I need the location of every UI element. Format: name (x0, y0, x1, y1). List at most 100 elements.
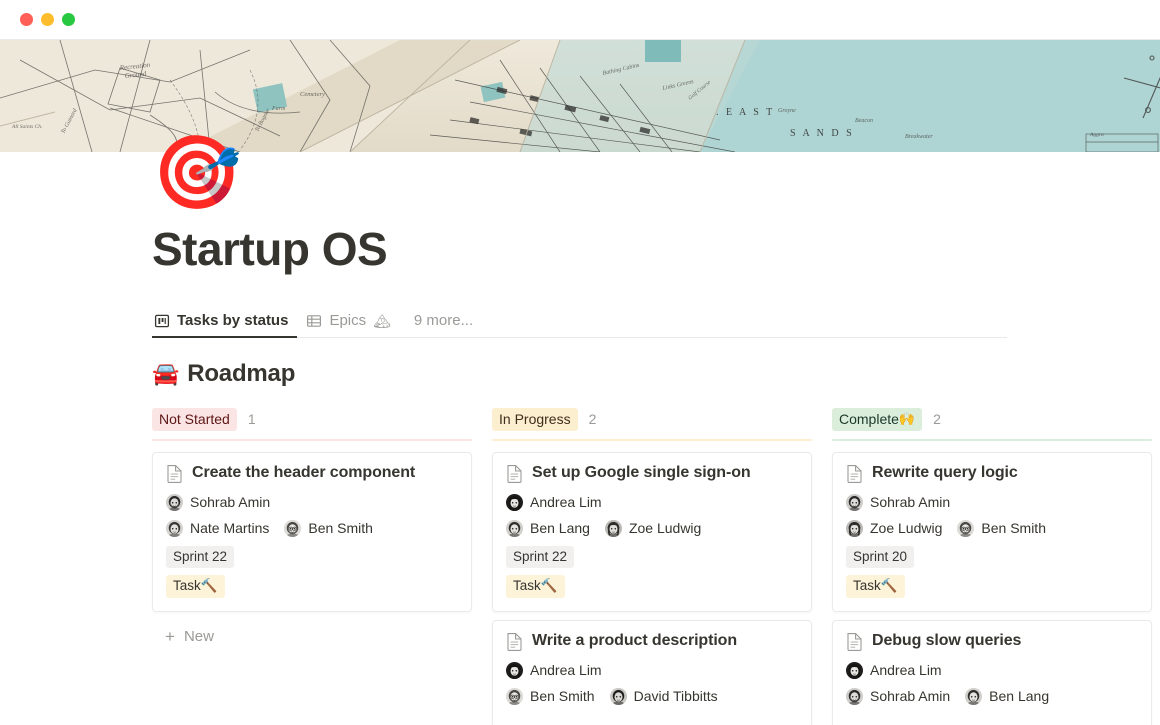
window-titlebar (0, 0, 1160, 40)
assignee-name: Ben Lang (989, 688, 1049, 704)
tab-label: Tasks by status (177, 312, 288, 329)
assignee-name: Ben Lang (530, 520, 590, 536)
assignee-row: Andrea Lim (506, 662, 798, 679)
avatar (610, 688, 627, 705)
card-tag-row: Sprint 20 (846, 546, 1138, 569)
avatar (957, 520, 974, 537)
card-tag[interactable]: Task🔨 (166, 575, 225, 598)
card-title-row: Debug slow queries (846, 632, 1138, 651)
assignee-name: Ben Smith (530, 688, 595, 704)
assignee[interactable]: Ben Lang (506, 520, 590, 537)
assignee-name: Zoe Ludwig (629, 520, 701, 536)
status-badge[interactable]: Not Started (152, 408, 237, 431)
assignee[interactable]: Andrea Lim (846, 662, 942, 679)
card-tag[interactable]: Sprint 22 (166, 546, 234, 569)
document-icon (506, 464, 523, 483)
assignee-row: Andrea Lim (846, 662, 1138, 679)
assignee-name: Zoe Ludwig (870, 520, 942, 536)
add-new-card-label: New (184, 628, 214, 645)
assignee-row: Sohrab Amin (846, 494, 1138, 511)
kanban-card[interactable]: Debug slow queries Andrea Lim Sohrab Amin B… (832, 620, 1152, 725)
svg-text:Cemetery: Cemetery (300, 91, 325, 98)
kanban-column: Not Started 1 Create the header component S… (152, 409, 472, 725)
avatar (506, 688, 523, 705)
app-window: Recreation Ground To Guinard To Bognor C… (0, 0, 1160, 725)
tab-epics[interactable]: Epics 🏔 (297, 305, 399, 337)
avatar (846, 688, 863, 705)
card-title-label: Debug slow queries (872, 632, 1021, 650)
status-badge[interactable]: Complete🙌 (832, 408, 922, 431)
svg-text:Farm: Farm (271, 106, 286, 112)
assignee-name: Sohrab Amin (190, 494, 270, 510)
assignee[interactable]: Sohrab Amin (166, 494, 270, 511)
assignee-row: Andrea Lim (506, 494, 798, 511)
card-title-label: Write a product description (532, 632, 737, 650)
card-tag[interactable]: Task🔨 (846, 575, 905, 598)
assignee-name: Sohrab Amin (870, 688, 950, 704)
assignee[interactable]: Sohrab Amin (846, 494, 950, 511)
assignee[interactable]: Andrea Lim (506, 494, 602, 511)
assignee[interactable]: Andrea Lim (506, 662, 602, 679)
kanban-column: In Progress2 Set up Google single sign-on… (492, 409, 812, 725)
assignee[interactable]: Zoe Ludwig (846, 520, 942, 537)
plus-icon: + (165, 628, 175, 645)
column-card-count: 2 (933, 411, 941, 427)
column-card-count: 1 (248, 411, 256, 427)
assignee[interactable]: David Tibbitts (610, 688, 718, 705)
assignee[interactable]: Zoe Ludwig (605, 520, 701, 537)
card-tag[interactable]: Sprint 20 (846, 546, 914, 569)
status-badge[interactable]: In Progress (492, 408, 578, 431)
assignee[interactable]: Sohrab Amin (846, 688, 950, 705)
card-tag-label: Sprint 20 (853, 550, 907, 564)
card-tag-label: Task (173, 579, 201, 593)
kanban-column: Complete🙌2Rewrite query logicSohrab Amin… (832, 409, 1152, 725)
table-view-icon (306, 313, 322, 329)
maximize-window-button[interactable] (62, 13, 75, 26)
kanban-card[interactable]: Create the header component Sohrab Amin Na… (152, 452, 472, 612)
status-badge-label: Complete (839, 412, 899, 426)
assignee-name: Andrea Lim (870, 662, 942, 678)
assignee-name: Ben Smith (981, 520, 1046, 536)
page-icon[interactable]: 🎯 (152, 134, 230, 212)
card-tag-row: Task🔨 (166, 575, 458, 598)
car-icon: 🚘 (152, 361, 179, 387)
document-icon (846, 632, 863, 651)
column-header: Complete🙌 2 (832, 409, 1152, 439)
kanban-card[interactable]: Rewrite query logicSohrab AminZoe Ludwig… (832, 452, 1152, 612)
kanban-card[interactable]: Set up Google single sign-onAndrea LimBe… (492, 452, 812, 612)
column-header: In Progress2 (492, 409, 812, 439)
assignee[interactable]: Ben Smith (957, 520, 1046, 537)
document-icon (846, 464, 863, 483)
assignee[interactable]: Ben Lang (965, 688, 1049, 705)
hammer-icon: 🔨 (541, 579, 558, 593)
raised-hands-icon: 🙌 (899, 412, 915, 425)
tab-tasks-by-status[interactable]: Tasks by status (152, 305, 297, 337)
status-badge-label: In Progress (499, 412, 571, 426)
view-tabs: Tasks by status Epics 🏔 9 more... (152, 305, 1007, 338)
tab-more-views[interactable]: 9 more... (400, 305, 482, 337)
kanban-card[interactable]: Write a product description Andrea Lim Ben… (492, 620, 812, 725)
assignee[interactable]: Ben Smith (284, 520, 373, 537)
page-title: Startup OS (152, 224, 1160, 275)
svg-text:Aggra: Aggra (1089, 132, 1104, 138)
card-title-row: Write a product description (506, 632, 798, 651)
minimize-window-button[interactable] (41, 13, 54, 26)
assignee[interactable]: Nate Martins (166, 520, 269, 537)
close-window-button[interactable] (20, 13, 33, 26)
svg-text:Groyne: Groyne (778, 108, 796, 114)
card-title-row: Create the header component (166, 464, 458, 483)
assignee[interactable]: Ben Smith (506, 688, 595, 705)
assignee-name: Nate Martins (190, 520, 269, 536)
assignee-name: David Tibbitts (634, 688, 718, 704)
avatar (965, 688, 982, 705)
hammer-icon: 🔨 (881, 579, 898, 593)
board-heading-label: Roadmap (187, 360, 295, 388)
add-new-card-button[interactable]: + New (152, 620, 472, 653)
svg-text:S A N D S: S A N D S (790, 128, 854, 139)
document-icon (506, 632, 523, 651)
card-tag-label: Task (513, 579, 541, 593)
card-tag[interactable]: Task🔨 (506, 575, 565, 598)
card-tag[interactable]: Sprint 22 (506, 546, 574, 569)
card-tag-row: Task🔨 (846, 575, 1138, 598)
assignee-name: Andrea Lim (530, 494, 602, 510)
